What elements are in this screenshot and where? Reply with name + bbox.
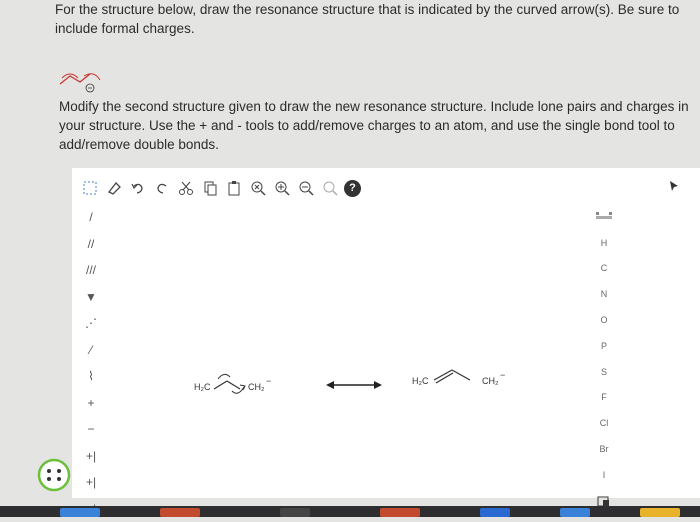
left-mol-charge: −	[266, 376, 271, 386]
zoom-out-icon[interactable]	[296, 178, 316, 198]
lone-pair-icon[interactable]: +|	[78, 443, 104, 470]
minus-charge-icon[interactable]: −	[78, 416, 104, 443]
double-bond-icon[interactable]: //	[78, 231, 104, 258]
element-h[interactable]: H	[590, 230, 618, 256]
top-toolbar: ?	[80, 176, 361, 200]
wedge-bond-icon[interactable]: ▼	[78, 284, 104, 311]
pointer-cursor-icon	[668, 180, 680, 192]
radical-icon[interactable]: +|	[78, 469, 104, 496]
element-br[interactable]: Br	[590, 436, 618, 462]
element-toolbar: H C N O P S F Cl Br I	[590, 204, 618, 514]
element-c[interactable]: C	[590, 256, 618, 282]
eraser-icon[interactable]	[104, 178, 124, 198]
right-mol-bonds	[432, 364, 482, 388]
zoom-fit-icon[interactable]	[248, 178, 268, 198]
help-icon[interactable]: ?	[344, 180, 361, 197]
right-mol-ch2: CH₂	[482, 376, 499, 386]
triple-bond-icon[interactable]: ///	[78, 257, 104, 284]
element-p[interactable]: P	[590, 333, 618, 359]
element-s[interactable]: S	[590, 359, 618, 385]
element-f[interactable]: F	[590, 385, 618, 411]
resonance-arrow	[324, 378, 384, 392]
question-2-text: Modify the second structure given to dra…	[59, 97, 695, 154]
element-n[interactable]: N	[590, 281, 618, 307]
select-icon[interactable]	[80, 178, 100, 198]
right-mol-charge: −	[500, 370, 505, 380]
undo-icon[interactable]	[128, 178, 148, 198]
question-1-text: For the structure below, draw the resona…	[55, 0, 695, 38]
element-o[interactable]: O	[590, 307, 618, 333]
redo-icon[interactable]	[152, 178, 172, 198]
single-bond-icon[interactable]: /	[78, 204, 104, 231]
zoom-reset-icon[interactable]	[320, 178, 340, 198]
chat-bubble-icon[interactable]	[36, 457, 72, 493]
paste-icon[interactable]	[224, 178, 244, 198]
left-toolbar: / // /// ▼ ⋰ ⁄ ⌇ + − +| +| +|	[78, 204, 104, 522]
left-mol-h2c: H₂C	[194, 382, 211, 392]
os-dock	[0, 506, 700, 517]
cut-icon[interactable]	[176, 178, 196, 198]
drawing-canvas[interactable]: H₂C CH₂ − H₂C CH₂ −	[112, 204, 582, 494]
zoom-in-icon[interactable]	[272, 178, 292, 198]
chain-icon[interactable]: ⌇	[78, 363, 104, 390]
right-mol-h2c: H₂C	[412, 376, 429, 386]
drawing-panel[interactable]: ? / // /// ▼ ⋰ ⁄ ⌇ + − +| +| +| H C N O …	[72, 168, 700, 498]
left-mol-ch2: CH₂	[248, 382, 265, 392]
periodic-table-icon[interactable]	[590, 204, 618, 230]
wavy-bond-icon[interactable]: ⁄	[78, 337, 104, 364]
allyl-anion-thumbnail	[58, 68, 106, 94]
element-cl[interactable]: Cl	[590, 410, 618, 436]
copy-icon[interactable]	[200, 178, 220, 198]
plus-charge-icon[interactable]: +	[78, 390, 104, 417]
hash-bond-icon[interactable]: ⋰	[78, 310, 104, 337]
element-i[interactable]: I	[590, 462, 618, 488]
